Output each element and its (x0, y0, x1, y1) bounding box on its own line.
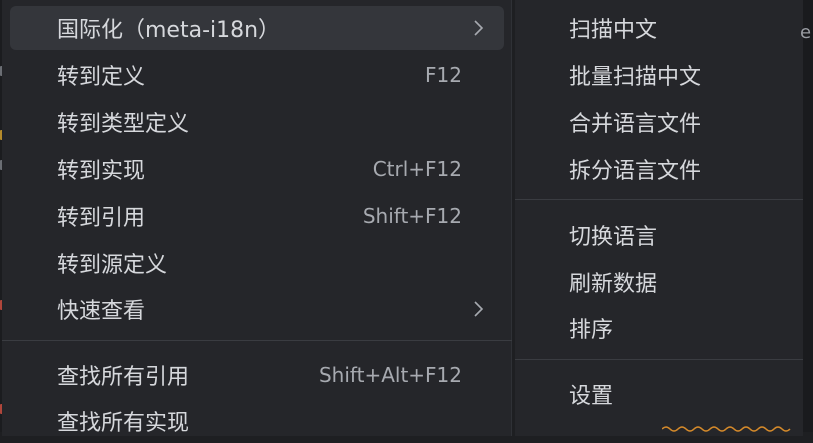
menu-item-go-to-source-definition[interactable]: 转到源定义 (10, 241, 504, 285)
submenu-item-batch-scan-chinese[interactable]: 批量扫描中文 (515, 53, 803, 97)
menu-item-shortcut: F12 (425, 63, 462, 87)
menu-item-go-to-type-definition[interactable]: 转到类型定义 (10, 100, 504, 144)
menu-item-shortcut: Shift+Alt+F12 (318, 363, 462, 387)
submenu-item-label: 拆分语言文件 (569, 159, 702, 184)
menu-item-i18n[interactable]: 国际化（meta-i18n） (10, 6, 504, 50)
submenu-item-label: 设置 (569, 384, 614, 409)
submenu-item-scan-chinese[interactable]: 扫描中文 (515, 6, 803, 50)
submenu-item-settings[interactable]: 设置 (515, 372, 803, 416)
submenu-item-sort[interactable]: 排序 (515, 306, 803, 350)
submenu-item-refresh-data[interactable]: 刷新数据 (515, 260, 803, 304)
menu-item-label: 转到实现 (57, 159, 146, 184)
warning-squiggle (662, 426, 791, 432)
submenu-item-label: 切换语言 (569, 225, 658, 250)
menu-item-find-all-references[interactable]: 查找所有引用 Shift+Alt+F12 (10, 353, 504, 397)
i18n-submenu: 扫描中文 批量扫描中文 合并语言文件 拆分语言文件 切换语言 刷新数据 排序 设… (515, 0, 803, 436)
context-menu: 国际化（meta-i18n） 转到定义 F12 转到类型定义 转到实现 Ctrl… (2, 0, 512, 436)
menu-item-label: 国际化（meta-i18n） (57, 18, 281, 43)
submenu-item-merge-language-files[interactable]: 合并语言文件 (515, 100, 803, 144)
menu-item-go-to-references[interactable]: 转到引用 Shift+F12 (10, 194, 504, 238)
submenu-separator (515, 199, 803, 200)
submenu-item-switch-language[interactable]: 切换语言 (515, 213, 803, 257)
menu-item-label: 查找所有引用 (57, 365, 190, 390)
editor-right-edge (803, 0, 813, 432)
menu-item-peek[interactable]: 快速查看 (10, 287, 504, 331)
submenu-item-label: 合并语言文件 (569, 112, 702, 137)
submenu-item-split-language-files[interactable]: 拆分语言文件 (515, 147, 803, 191)
menu-item-shortcut: Ctrl+F12 (372, 157, 462, 181)
menu-item-shortcut: Shift+F12 (362, 204, 462, 228)
submenu-item-label: 批量扫描中文 (569, 65, 702, 90)
menu-item-label: 转到源定义 (57, 253, 168, 278)
menu-item-label: 转到引用 (57, 206, 146, 231)
submenu-separator (515, 359, 803, 360)
chevron-right-icon (474, 20, 484, 36)
submenu-item-label: 排序 (569, 318, 614, 343)
menu-item-find-all-implementations[interactable]: 查找所有实现 (10, 399, 504, 443)
menu-item-label: 转到类型定义 (57, 112, 190, 137)
submenu-item-label: 扫描中文 (569, 18, 658, 43)
menu-item-label: 快速查看 (57, 299, 146, 324)
chevron-right-icon (474, 301, 484, 317)
menu-item-label: 查找所有实现 (57, 411, 190, 436)
menu-item-label: 转到定义 (57, 65, 146, 90)
menu-separator (2, 340, 512, 341)
menu-item-go-to-definition[interactable]: 转到定义 F12 (10, 53, 504, 97)
menu-item-go-to-implementation[interactable]: 转到实现 Ctrl+F12 (10, 147, 504, 191)
submenu-item-label: 刷新数据 (569, 272, 658, 297)
editor-text-peek: e (800, 22, 812, 43)
